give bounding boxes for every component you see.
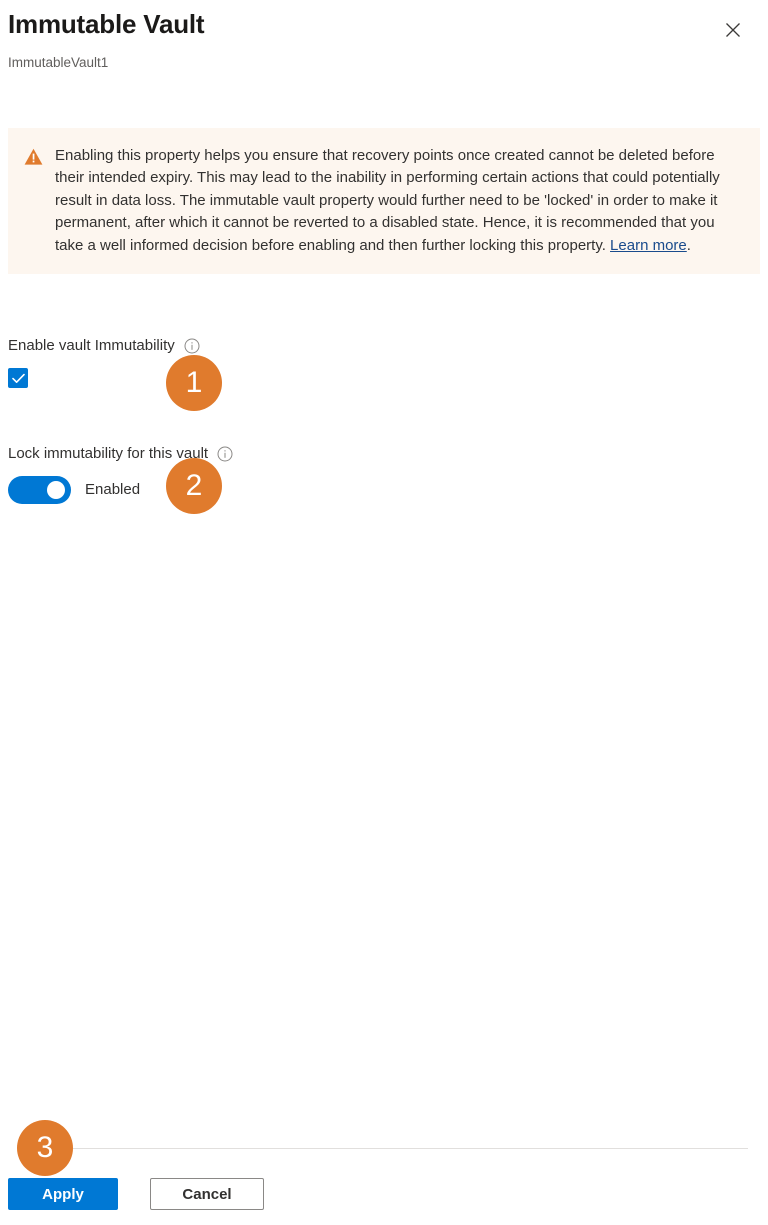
footer-actions: Apply Cancel bbox=[8, 1178, 264, 1210]
annotation-badge-1: 1 bbox=[166, 355, 222, 411]
warning-message-suffix: . bbox=[686, 236, 691, 254]
page-subtitle: ImmutableVault1 bbox=[8, 55, 109, 70]
info-icon[interactable] bbox=[217, 446, 233, 462]
lock-immutability-toggle-row: Enabled bbox=[8, 476, 748, 504]
info-icon[interactable] bbox=[184, 338, 200, 354]
checkmark-icon bbox=[11, 373, 25, 384]
form-area: Enable vault Immutability Lock immutabil… bbox=[8, 336, 748, 504]
enable-immutability-label: Enable vault Immutability bbox=[8, 337, 175, 354]
enable-immutability-label-row: Enable vault Immutability bbox=[8, 336, 748, 356]
lock-immutability-label: Lock immutability for this vault bbox=[8, 445, 209, 462]
title-row: Immutable Vault bbox=[8, 8, 760, 46]
close-icon bbox=[725, 22, 741, 38]
lock-immutability-toggle[interactable] bbox=[8, 476, 71, 504]
toggle-knob bbox=[47, 481, 65, 499]
panel-header: Immutable Vault ImmutableVault1 bbox=[0, 0, 768, 72]
page-title: Immutable Vault bbox=[8, 9, 205, 39]
annotation-badge-2: 2 bbox=[166, 458, 222, 514]
warning-banner: Enabling this property helps you ensure … bbox=[8, 128, 760, 275]
lock-immutability-state-label: Enabled bbox=[85, 481, 141, 498]
footer-divider bbox=[22, 1148, 748, 1149]
close-button[interactable] bbox=[717, 14, 749, 46]
enable-immutability-checkbox-row bbox=[8, 368, 748, 388]
annotation-badge-3: 3 bbox=[17, 1120, 73, 1176]
cancel-button[interactable]: Cancel bbox=[150, 1178, 264, 1210]
warning-triangle-icon bbox=[24, 148, 43, 166]
enable-immutability-checkbox[interactable] bbox=[8, 368, 28, 388]
learn-more-link[interactable]: Learn more bbox=[610, 237, 687, 254]
apply-button[interactable]: Apply bbox=[8, 1178, 118, 1210]
lock-immutability-label-row: Lock immutability for this vault bbox=[8, 444, 748, 464]
warning-message: Enabling this property helps you ensure … bbox=[55, 145, 742, 257]
